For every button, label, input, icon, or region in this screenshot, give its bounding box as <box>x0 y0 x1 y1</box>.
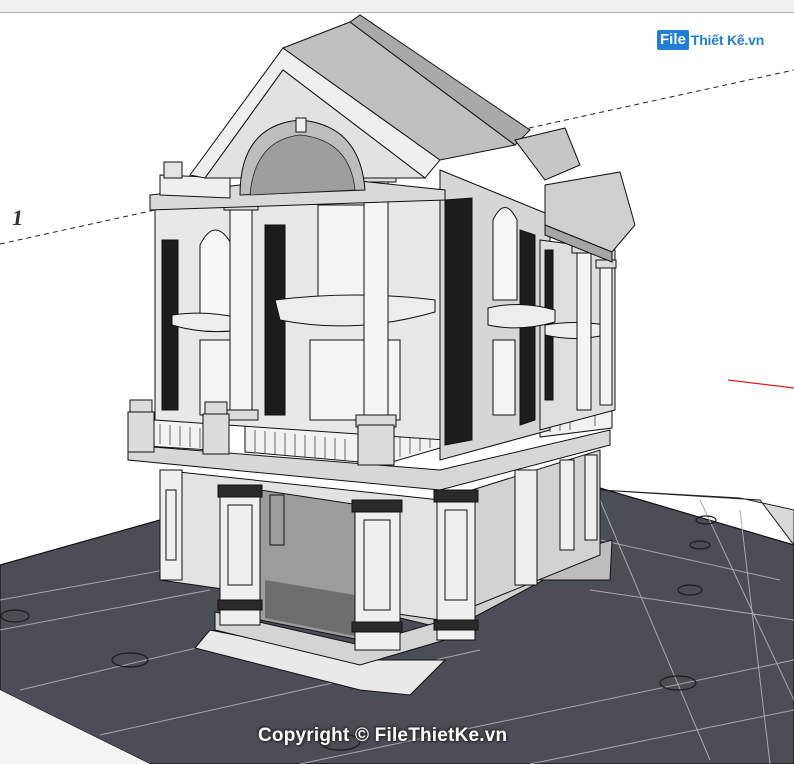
red-axis <box>727 379 794 389</box>
modeling-viewport[interactable]: 1 File Thiết Kế.vn Copyright © FileThiet… <box>0 13 794 764</box>
villa-3d-model <box>0 14 794 764</box>
logo-prefix: File <box>657 30 689 50</box>
toolbar-strip <box>0 0 794 13</box>
copyright-watermark: Copyright © FileThietKe.vn <box>258 725 508 746</box>
filethietke-logo: File Thiết Kế.vn <box>657 28 764 52</box>
logo-suffix: Thiết Kế.vn <box>690 32 765 48</box>
